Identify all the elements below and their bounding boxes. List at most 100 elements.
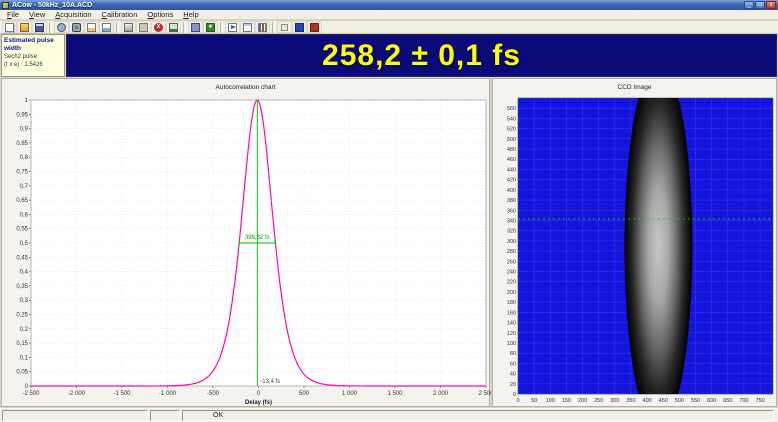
x-tick-label: 500 bbox=[299, 391, 310, 397]
ccd-y-tick-label: 220 bbox=[507, 280, 516, 286]
copy-icon bbox=[139, 23, 148, 32]
center-offset-label: -13,4 fs bbox=[260, 379, 280, 385]
settings-icon bbox=[57, 23, 66, 32]
pulse-width-banner: 258,2 ± 0,1 fs bbox=[66, 34, 777, 77]
ccd-y-tick-label: 120 bbox=[507, 331, 516, 337]
autocorrelation-panel: Autocorrelation chart 10,950,90,850,80,7… bbox=[1, 78, 490, 407]
ccd-y-tick-label: 260 bbox=[507, 259, 516, 265]
stop-button[interactable]: x bbox=[151, 21, 166, 33]
autocorrelation-chart-title: Autocorrelation chart bbox=[2, 84, 489, 91]
close-button[interactable]: x bbox=[766, 1, 776, 9]
menu-help[interactable]: Help bbox=[178, 10, 203, 19]
ccd-x-tick-label: 500 bbox=[675, 398, 684, 404]
ccd-x-tick-label: 250 bbox=[594, 398, 603, 404]
camera-button[interactable] bbox=[69, 21, 84, 33]
title-bar[interactable]: ACow - 50kHz_10A.ACD _ □ x bbox=[0, 0, 778, 10]
ccd-y-tick-label: 320 bbox=[507, 229, 516, 235]
import-data-icon bbox=[102, 23, 111, 32]
ccd-image-plot[interactable]: 0501001502002503003504004505005506006507… bbox=[493, 91, 778, 411]
ccd-x-tick-label: 650 bbox=[723, 398, 732, 404]
ccd-y-tick-label: 280 bbox=[507, 249, 516, 255]
run-button[interactable] bbox=[225, 21, 240, 33]
y-tick-label: 0,1 bbox=[20, 355, 29, 361]
y-tick-label: 0,35 bbox=[16, 284, 28, 290]
menu-options[interactable]: Options bbox=[142, 10, 178, 19]
ccd-y-tick-label: 440 bbox=[507, 167, 516, 173]
ccd-y-tick-label: 160 bbox=[507, 310, 516, 316]
marker-button[interactable] bbox=[277, 21, 292, 33]
status-bar: OK bbox=[0, 408, 778, 422]
menu-calibration[interactable]: Calibration bbox=[97, 10, 143, 19]
camera-icon bbox=[72, 23, 81, 32]
record-button[interactable] bbox=[307, 21, 322, 33]
y-tick-label: 0 bbox=[25, 384, 29, 390]
open-button[interactable] bbox=[17, 21, 32, 33]
y-tick-label: 0,25 bbox=[16, 313, 28, 319]
y-tick-label: 0,55 bbox=[16, 227, 28, 233]
ccd-panel: CCD Image 050100150200250300350400450500… bbox=[492, 78, 777, 407]
ccd-x-tick-label: 300 bbox=[610, 398, 619, 404]
y-tick-label: 0,05 bbox=[16, 370, 28, 376]
ccd-x-tick-label: 700 bbox=[739, 398, 748, 404]
menu-acquisition[interactable]: Acquisition bbox=[50, 10, 96, 19]
connect-icon bbox=[191, 23, 200, 32]
y-tick-label: 0,9 bbox=[20, 127, 29, 133]
x-tick-label: 2 000 bbox=[433, 391, 449, 397]
histogram-icon bbox=[258, 23, 267, 32]
display-button[interactable] bbox=[166, 21, 181, 33]
ccd-x-tick-label: 150 bbox=[562, 398, 571, 404]
copy-button[interactable] bbox=[136, 21, 151, 33]
connect-button[interactable] bbox=[188, 21, 203, 33]
x-tick-label: 1 500 bbox=[387, 391, 403, 397]
toolbar-separator bbox=[116, 22, 119, 33]
report-button[interactable] bbox=[240, 21, 255, 33]
settings-button[interactable] bbox=[54, 21, 69, 33]
acquire-button[interactable] bbox=[203, 21, 218, 33]
ccd-y-tick-label: 420 bbox=[507, 178, 516, 184]
import-data-button[interactable] bbox=[99, 21, 114, 33]
acquire-icon bbox=[206, 23, 215, 32]
export-data-button[interactable] bbox=[84, 21, 99, 33]
ccd-x-tick-label: 0 bbox=[516, 398, 519, 404]
ccd-y-tick-label: 340 bbox=[507, 218, 516, 224]
y-tick-label: 0,45 bbox=[16, 255, 28, 261]
status-cell-1 bbox=[2, 410, 148, 421]
toolbar-separator bbox=[183, 22, 186, 33]
window-title: ACow - 50kHz_10A.ACD bbox=[12, 2, 743, 9]
ccd-y-tick-label: 360 bbox=[507, 208, 516, 214]
save-image-icon bbox=[295, 23, 304, 32]
autocorrelation-plot[interactable]: 10,950,90,850,80,750,70,650,60,550,50,45… bbox=[2, 91, 491, 407]
ccd-y-tick-label: 180 bbox=[507, 300, 516, 306]
y-tick-label: 0,7 bbox=[20, 184, 29, 190]
ccd-x-tick-label: 350 bbox=[626, 398, 635, 404]
status-message: OK bbox=[182, 410, 774, 421]
menu-bar: FileViewAcquisitionCalibrationOptionsHel… bbox=[0, 10, 778, 20]
histogram-button[interactable] bbox=[255, 21, 270, 33]
minimize-button[interactable]: _ bbox=[744, 1, 754, 9]
x-axis-label: Delay (fs) bbox=[245, 400, 272, 406]
new-button[interactable] bbox=[2, 21, 17, 33]
y-tick-label: 1 bbox=[25, 98, 29, 104]
fwhm-label: 398,32 fs bbox=[245, 235, 270, 241]
y-tick-label: 0,3 bbox=[20, 298, 29, 304]
save-button[interactable] bbox=[32, 21, 47, 33]
app-icon bbox=[2, 2, 9, 9]
x-tick-label: -1 500 bbox=[113, 391, 131, 397]
y-tick-label: 0,5 bbox=[20, 241, 29, 247]
ccd-x-tick-label: 200 bbox=[578, 398, 587, 404]
menu-view[interactable]: View bbox=[24, 10, 50, 19]
y-tick-label: 0,15 bbox=[16, 341, 28, 347]
save-image-button[interactable] bbox=[292, 21, 307, 33]
ccd-y-tick-label: 80 bbox=[510, 351, 516, 357]
export-data-icon bbox=[87, 23, 96, 32]
ccd-y-tick-label: 560 bbox=[507, 106, 516, 112]
stop-icon: x bbox=[154, 23, 163, 32]
ccd-x-tick-label: 400 bbox=[643, 398, 652, 404]
toolbar-separator bbox=[220, 22, 223, 33]
maximize-button[interactable]: □ bbox=[755, 1, 765, 9]
print-button[interactable] bbox=[121, 21, 136, 33]
menu-file[interactable]: File bbox=[2, 10, 24, 19]
ccd-y-tick-label: 200 bbox=[507, 290, 516, 296]
toolbar-separator bbox=[272, 22, 275, 33]
ccd-x-tick-label: 450 bbox=[659, 398, 668, 404]
